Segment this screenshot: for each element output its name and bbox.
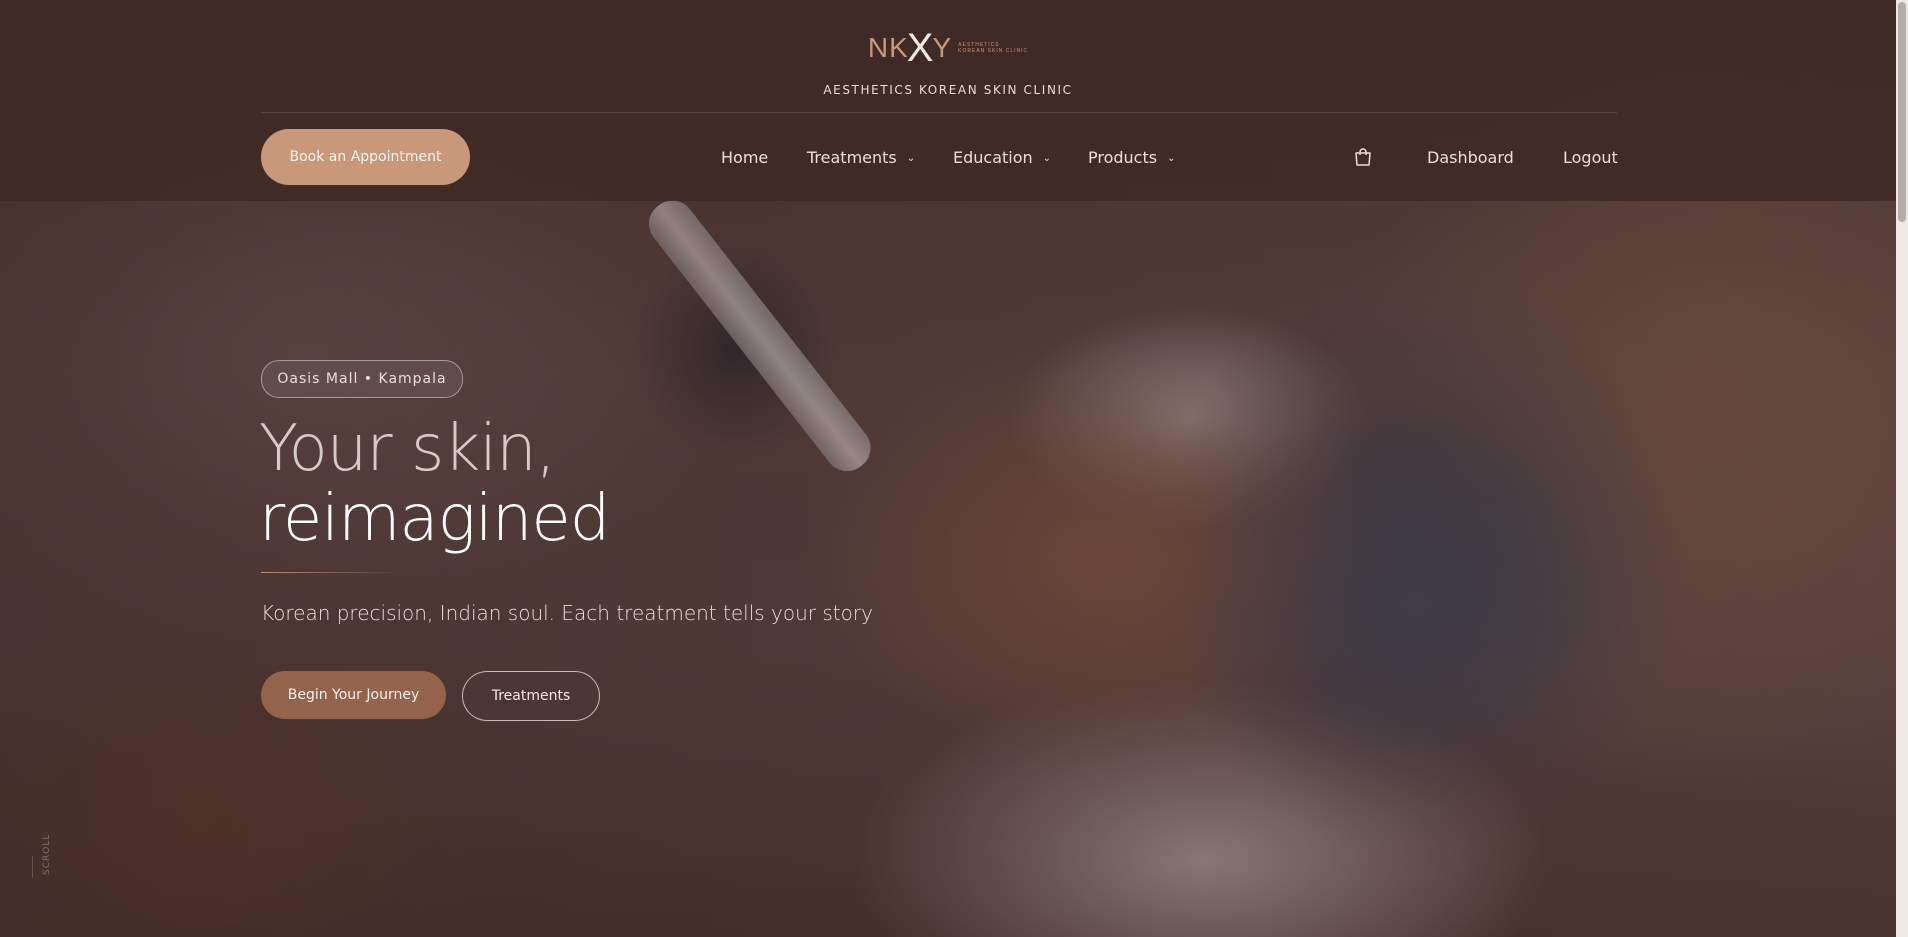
scroll-indicator-label: SCROLL: [42, 833, 52, 875]
site-header: NK X Y AESTHETICS KOREAN SKIN CLINIC AES…: [0, 0, 1908, 201]
chevron-down-icon: ⌄: [1167, 152, 1176, 164]
nav-education[interactable]: Education ⌄: [953, 148, 1051, 167]
chevron-down-icon: ⌄: [906, 152, 916, 164]
scroll-indicator-line: [32, 856, 33, 878]
nav-logout-label: Logout: [1563, 147, 1618, 167]
logo-mark: X: [906, 25, 935, 70]
nav-home[interactable]: Home: [721, 148, 768, 167]
nav-treatments-label: Treatments: [807, 147, 897, 167]
logo-tagline: AESTHETICS KOREAN SKIN CLINIC: [958, 42, 1028, 54]
location-badge: Oasis Mall • Kampala: [261, 360, 463, 398]
clinic-name: AESTHETICS KOREAN SKIN CLINIC: [823, 83, 1073, 97]
hero-headline-line2: reimagined: [259, 482, 610, 556]
nav-products[interactable]: Products ⌄: [1088, 148, 1175, 167]
begin-journey-button[interactable]: Begin Your Journey: [261, 671, 446, 719]
nav-logout[interactable]: Logout: [1563, 148, 1618, 167]
logo-text-right: Y: [932, 32, 953, 63]
chevron-down-icon: ⌄: [1042, 152, 1052, 164]
treatments-button[interactable]: Treatments: [462, 671, 600, 721]
nav-home-label: Home: [721, 147, 769, 167]
headline-divider: [261, 572, 401, 573]
nav-products-label: Products: [1088, 147, 1158, 167]
page-scrollbar-thumb[interactable]: [1898, 2, 1906, 222]
hero-headline-line1: Your skin,: [259, 412, 556, 486]
nav-treatments[interactable]: Treatments ⌄: [807, 148, 915, 167]
hero-tagline: Korean precision, Indian soul. Each trea…: [261, 601, 873, 625]
logo-wrapper: NK X Y AESTHETICS KOREAN SKIN CLINIC: [0, 22, 1896, 74]
shopping-bag-icon[interactable]: [1353, 147, 1373, 167]
logo-tagline-line2: KOREAN SKIN CLINIC: [958, 48, 1029, 54]
clinic-logo[interactable]: NK X Y AESTHETICS KOREAN SKIN CLINIC: [868, 22, 1028, 74]
nav-dashboard-label: Dashboard: [1427, 147, 1514, 167]
nav-education-label: Education: [953, 147, 1033, 167]
nav-dashboard[interactable]: Dashboard: [1427, 148, 1514, 167]
logo-text-left: NK: [867, 32, 909, 63]
header-divider: [261, 112, 1617, 113]
main-nav: Home Treatments ⌄ Education ⌄ Products ⌄…: [0, 145, 1896, 169]
